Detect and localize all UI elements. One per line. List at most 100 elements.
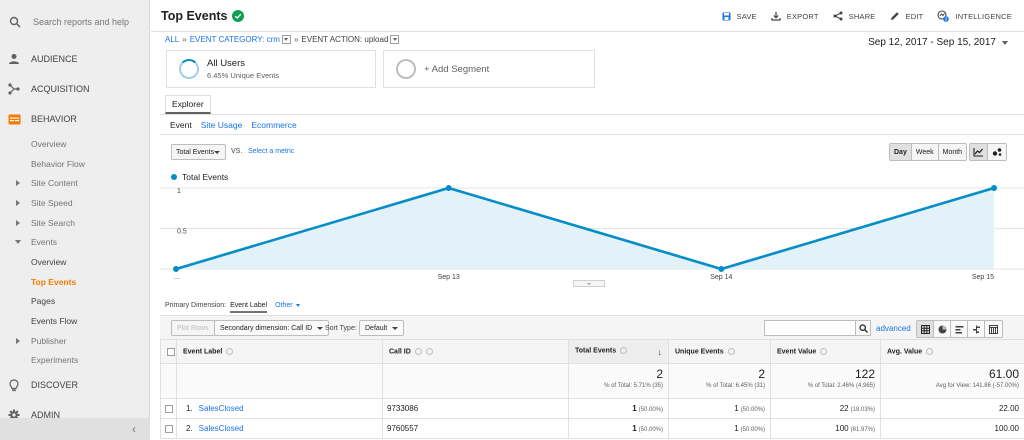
table-search-button[interactable] [855, 320, 871, 336]
breadcrumb-all[interactable]: ALL [165, 35, 179, 44]
select-metric-link[interactable]: Select a metric [248, 148, 294, 155]
help-icon[interactable] [414, 347, 422, 355]
secondary-dimension-select[interactable]: Secondary dimension: Call ID [214, 320, 330, 336]
chart-resize-handle[interactable] [573, 280, 605, 287]
sidebar-item-publisher[interactable]: Publisher [0, 331, 149, 351]
date-range-picker[interactable]: Sep 12, 2017 - Sep 15, 2017 [868, 37, 1008, 48]
event-label-link[interactable]: SalesClosed [199, 404, 244, 413]
help-icon[interactable] [926, 347, 934, 355]
breadcrumb-event-category[interactable]: EVENT CATEGORY: crm [190, 35, 280, 44]
table-search-input[interactable] [764, 320, 856, 336]
row-checkbox[interactable] [164, 404, 173, 413]
sidebar-item-events[interactable]: Events [0, 232, 149, 252]
export-label: EXPORT [786, 11, 819, 21]
cell-percent: (18.03%) [850, 407, 875, 413]
period-toggle: Day Week Month [889, 143, 968, 161]
row-checkbox[interactable] [164, 424, 173, 433]
help-icon[interactable] [820, 347, 828, 355]
help-icon[interactable] [620, 346, 628, 354]
column-header-unique-events[interactable]: Unique Events [668, 339, 771, 364]
view-pie-button[interactable] [934, 321, 951, 337]
sort-type-select[interactable]: Default [359, 320, 405, 336]
column-header-avg-value[interactable]: Avg. Value [880, 339, 1024, 364]
primary-dimension-other[interactable]: Other [275, 302, 300, 309]
column-header-total-events[interactable]: Total Events ↓ [568, 339, 669, 364]
help-icon[interactable] [727, 347, 735, 355]
period-week-button[interactable]: Week [911, 144, 939, 160]
event-label-link[interactable]: SalesClosed [199, 424, 244, 433]
select-all-checkbox[interactable] [167, 347, 175, 356]
edit-button[interactable]: EDIT [890, 11, 924, 21]
sidebar-item-behavior-flow[interactable]: Behavior Flow [0, 154, 149, 174]
subtab-site-usage[interactable]: Site Usage [201, 120, 243, 130]
behavior-icon [7, 112, 21, 126]
sidebar-item-events-flow[interactable]: Events Flow [0, 311, 149, 331]
sidebar-collapse-button[interactable]: ‹ [0, 418, 150, 440]
intelligence-button[interactable]: 3 INTELLIGENCE [937, 10, 1012, 22]
cell-percent: (50.00%) [638, 407, 663, 413]
column-header-event-value[interactable]: Event Value [770, 339, 881, 364]
acquisition-icon [7, 82, 21, 96]
sidebar-item-label: Site Speed [31, 197, 73, 208]
sidebar-item-top-events[interactable]: Top Events [0, 272, 149, 292]
tab-explorer[interactable]: Explorer [165, 95, 211, 114]
remove-dimension-icon[interactable] [425, 347, 433, 355]
pie-icon [938, 325, 946, 333]
metric-select[interactable]: Total Events [171, 144, 226, 160]
chevron-down-icon [214, 151, 220, 154]
view-pivot-button[interactable] [985, 321, 1002, 337]
period-day-button[interactable]: Day [890, 144, 912, 160]
period-month-button[interactable]: Month [938, 144, 967, 160]
sidebar-search-placeholder: Search reports and help [33, 17, 130, 27]
segment-all-users[interactable]: All Users 6.45% Unique Events [166, 50, 376, 88]
save-button[interactable]: SAVE [722, 12, 757, 21]
sidebar-item-experiments[interactable]: Experiments [0, 351, 149, 371]
column-header-call-id[interactable]: Call ID [382, 339, 569, 364]
sidebar-item-site-speed[interactable]: Site Speed [0, 193, 149, 213]
help-icon[interactable] [226, 347, 234, 355]
segment-sub: 6.45% Unique Events [207, 71, 280, 80]
sidebar-item-label: Site Search [31, 217, 75, 228]
category-dropdown-icon[interactable] [281, 35, 291, 44]
add-segment-button[interactable]: + Add Segment [383, 50, 595, 88]
column-header-event-label[interactable]: Event Label [176, 339, 383, 364]
primary-dimension-bar: Primary Dimension: Event Label Other [165, 302, 300, 313]
sidebar-item-label: ACQUISITION [31, 84, 90, 94]
event-label-cell: 2. SalesClosed [176, 418, 383, 439]
sidebar-item-overview[interactable]: Overview [0, 134, 149, 154]
sidebar-item-site-search[interactable]: Site Search [0, 213, 149, 233]
sidebar-item-pages[interactable]: Pages [0, 292, 149, 312]
sidebar-item-discover[interactable]: DISCOVER [0, 370, 149, 400]
subtab-event[interactable]: Event [170, 120, 192, 130]
sidebar-item-site-content[interactable]: Site Content [0, 173, 149, 193]
primary-dimension-event-label[interactable]: Event Label [230, 302, 267, 313]
export-button[interactable]: EXPORT [771, 11, 819, 21]
sidebar-item-behavior[interactable]: BEHAVIOR [0, 104, 149, 134]
subtab-ecommerce[interactable]: Ecommerce [251, 120, 296, 130]
events-table: Event Label Call ID Total Events ↓ Unique… [160, 339, 1024, 439]
plot-rows-button[interactable]: Plot Rows [171, 320, 215, 336]
advanced-filter-link[interactable]: advanced [876, 324, 911, 333]
sidebar-item-label: Events Flow [31, 316, 78, 327]
share-button[interactable]: SHARE [833, 11, 876, 21]
sidebar-item-events-overview[interactable]: Overview [0, 252, 149, 272]
row-checkbox-cell [160, 418, 177, 439]
action-dropdown-icon[interactable] [390, 35, 400, 44]
line-chart-button[interactable] [970, 144, 988, 160]
view-data-table-button[interactable] [917, 321, 934, 337]
call-id-cell: 9760557 [382, 418, 569, 439]
column-header-label: Total Events [575, 346, 617, 354]
view-comparison-button[interactable] [968, 321, 985, 337]
total-events-chart[interactable]: 1 0.5... Sep 13 Sep 14 Sep 15 [160, 180, 1024, 285]
sidebar-item-audience[interactable]: AUDIENCE [0, 44, 149, 74]
breadcrumb-separator: » [293, 35, 299, 44]
sidebar-item-label: Top Events [31, 276, 77, 287]
view-performance-button[interactable] [951, 321, 968, 337]
sidebar-search[interactable]: Search reports and help [0, 0, 149, 44]
chevron-down-icon [392, 326, 399, 330]
motion-chart-button[interactable] [988, 144, 1006, 160]
sidebar-item-acquisition[interactable]: ACQUISITION [0, 74, 149, 104]
data-point [173, 266, 179, 272]
totals-empty-cell [382, 363, 569, 399]
row-checkbox-cell [160, 398, 177, 419]
